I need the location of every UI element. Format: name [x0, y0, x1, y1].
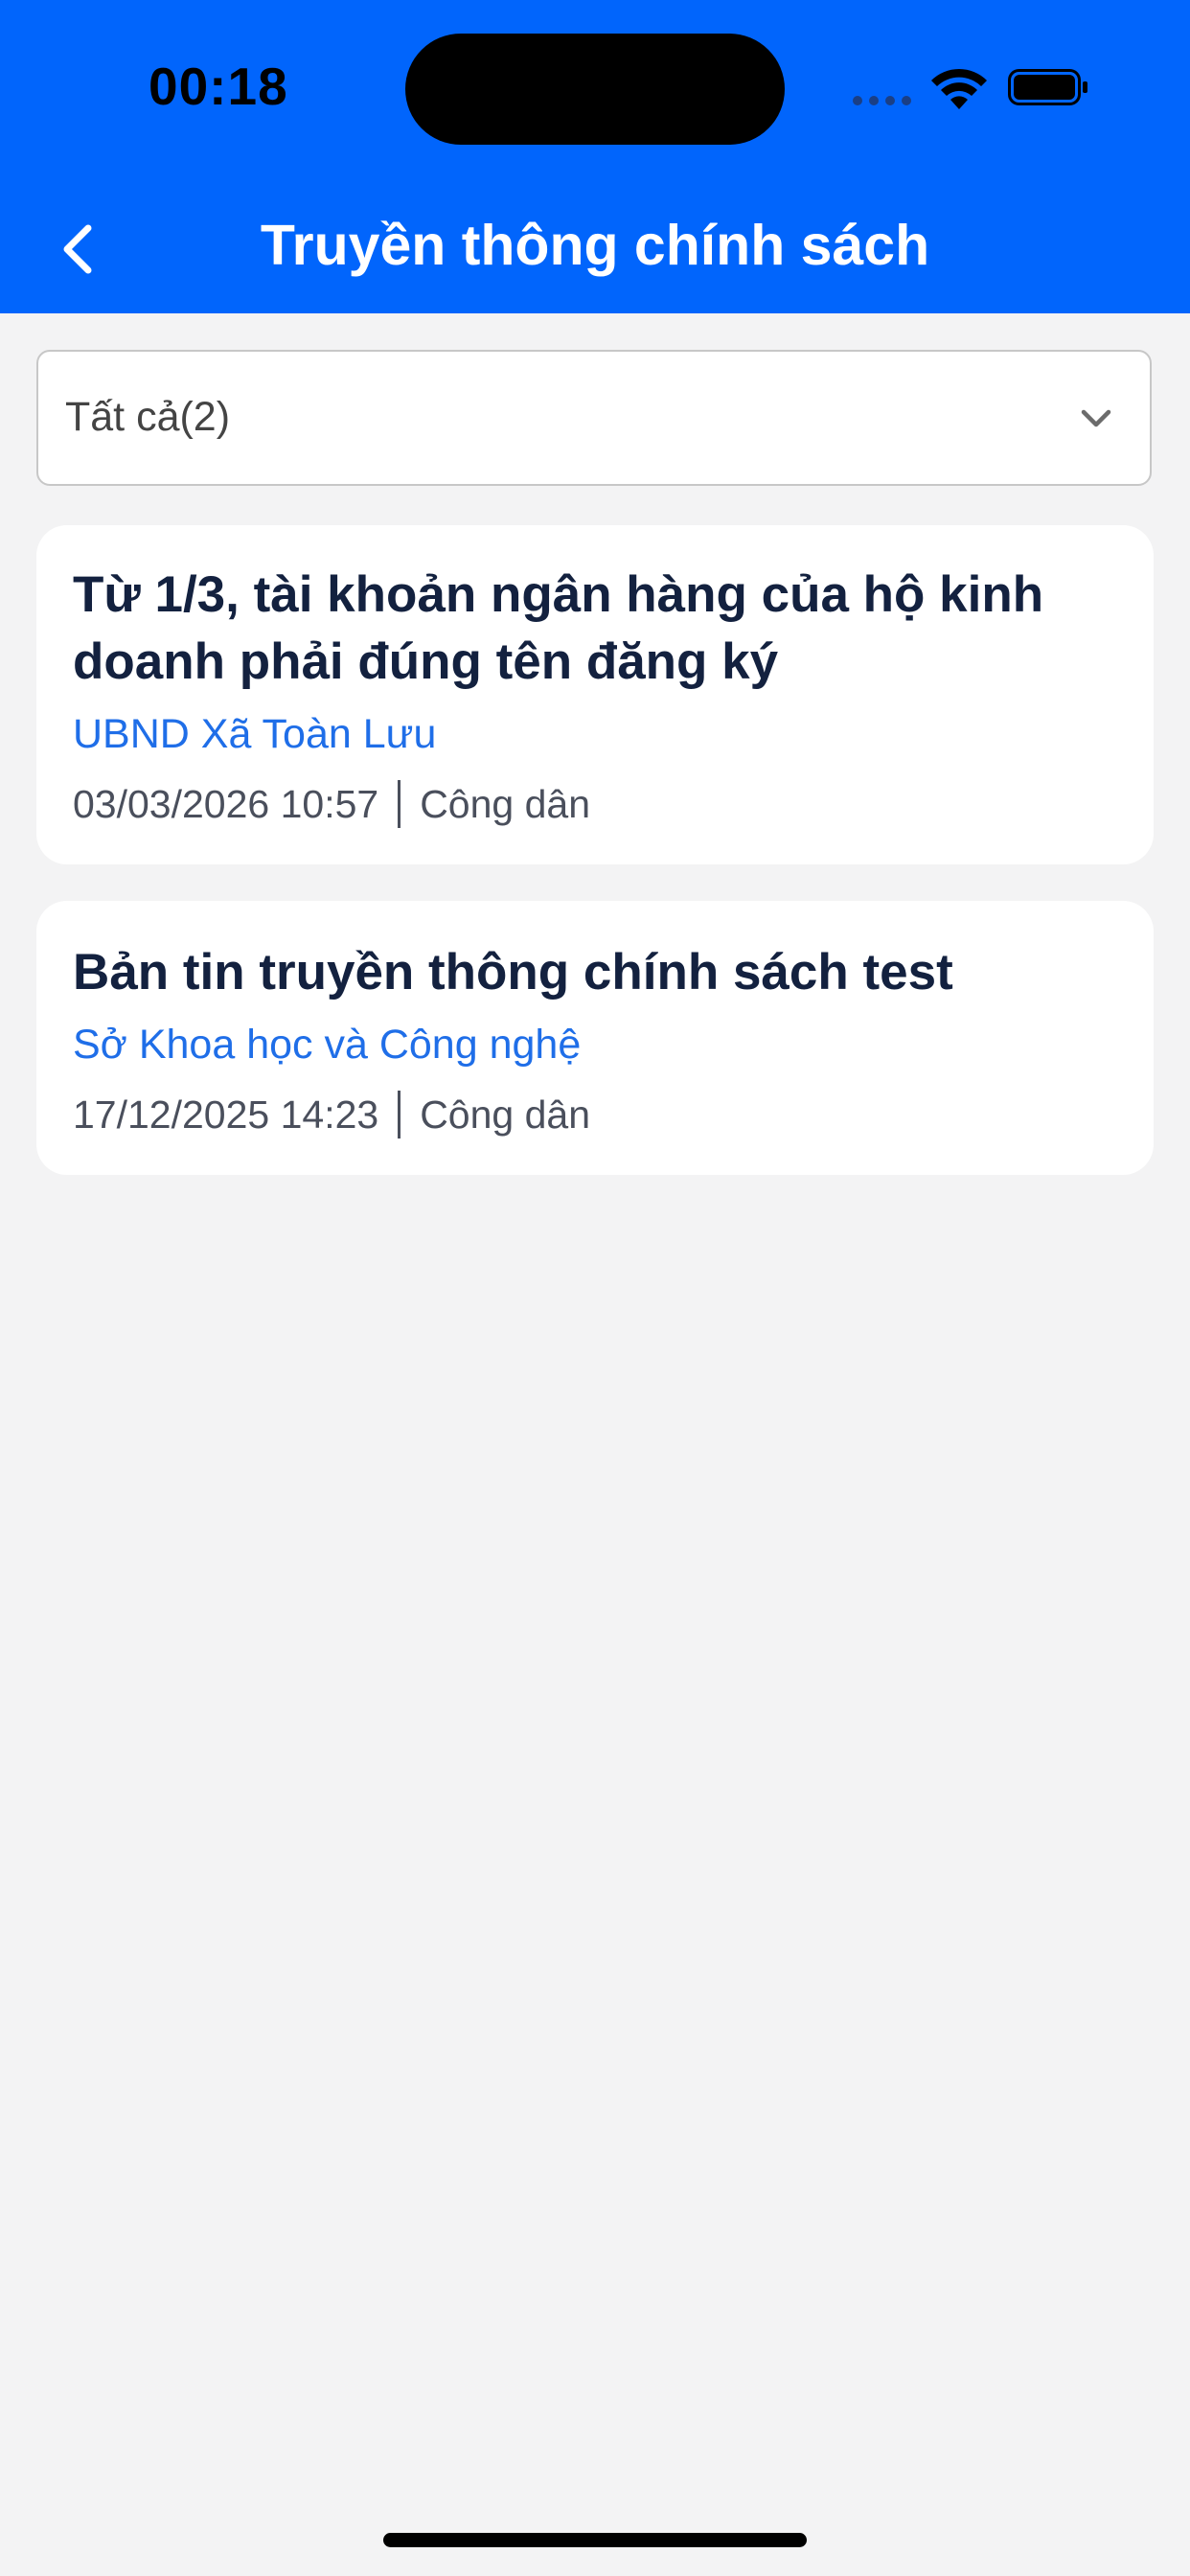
news-datetime: 17/12/2025 14:23	[73, 1092, 379, 1137]
wifi-icon	[931, 68, 987, 109]
news-title: Từ 1/3, tài khoản ngân hàng của hộ kinh …	[73, 566, 1044, 690]
filter-selected-value: Tất cả(2)	[65, 394, 231, 440]
news-organization: Sở Khoa học và Công nghệ	[73, 1022, 582, 1068]
news-datetime: 03/03/2026 10:57	[73, 781, 379, 826]
news-audience: Công dân	[420, 1092, 591, 1137]
category-filter-select[interactable]: Tất cả(2)	[36, 350, 1152, 486]
news-meta: 03/03/2026 10:57 Công dân	[73, 780, 590, 828]
meta-divider	[398, 780, 401, 828]
battery-icon	[1008, 69, 1087, 105]
home-indicator	[383, 2533, 807, 2547]
status-time: 00:18	[149, 57, 288, 116]
news-title: Bản tin truyền thông chính sách test	[73, 944, 953, 1000]
dynamic-island	[405, 34, 785, 145]
news-meta: 17/12/2025 14:23 Công dân	[73, 1091, 590, 1138]
news-organization: UBND Xã Toàn Lưu	[73, 711, 437, 757]
meta-divider	[398, 1091, 401, 1138]
cellular-signal-icon	[853, 96, 911, 105]
page-title: Truyền thông chính sách	[260, 214, 930, 277]
news-card[interactable]: Bản tin truyền thông chính sách test Sở …	[36, 901, 1154, 1175]
news-card[interactable]: Từ 1/3, tài khoản ngân hàng của hộ kinh …	[36, 525, 1154, 864]
chevron-down-icon	[1081, 409, 1111, 427]
header-bar: 00:18 Truyền thông chính sách	[0, 0, 1190, 313]
news-audience: Công dân	[420, 781, 591, 826]
